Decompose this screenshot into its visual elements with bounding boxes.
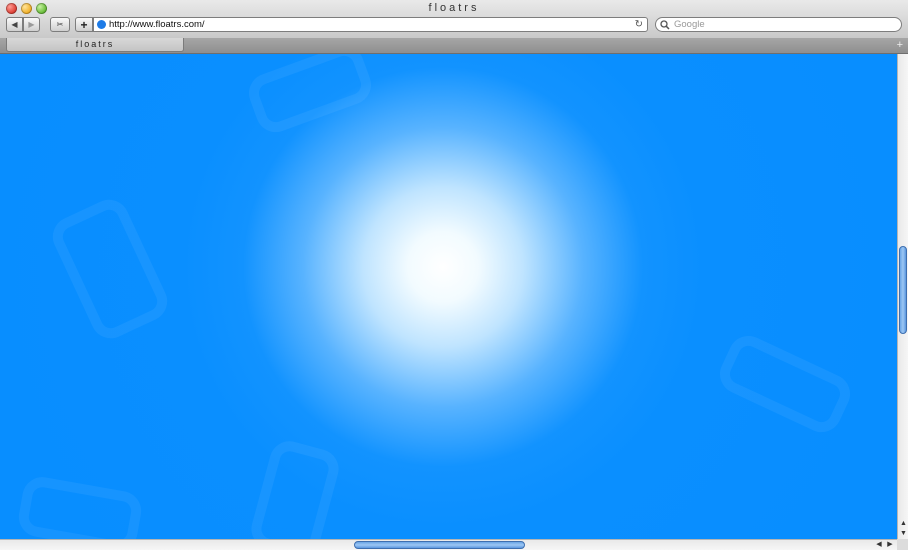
- horizontal-scrollbar[interactable]: ◀ ▶: [0, 539, 897, 550]
- add-bookmark-button[interactable]: +: [75, 17, 93, 32]
- search-field[interactable]: Google: [655, 17, 902, 32]
- webclip-button[interactable]: ✂: [50, 17, 70, 32]
- scroll-down-arrow-icon[interactable]: ▼: [899, 529, 908, 539]
- url-text[interactable]: http://www.floatrs.com/: [109, 18, 205, 31]
- title-toolbar: floatrs ◀ ▶ ✂ + http://www.floatrs.com/ …: [0, 0, 908, 39]
- reload-icon[interactable]: ↻: [635, 18, 643, 31]
- back-arrow-icon: ◀: [11, 20, 18, 29]
- site-favicon-icon: [97, 20, 106, 29]
- forward-arrow-icon: ▶: [28, 20, 35, 29]
- tab-label: floatrs: [75, 39, 115, 49]
- decorative-floater: [713, 329, 857, 439]
- tab-floatrs[interactable]: floatrs: [6, 38, 184, 52]
- back-button[interactable]: ◀: [6, 17, 23, 32]
- scroll-up-arrow-icon[interactable]: ▲: [899, 519, 908, 529]
- horizontal-scroll-thumb[interactable]: [354, 541, 525, 549]
- scroll-left-arrow-icon[interactable]: ◀: [874, 540, 884, 550]
- forward-button[interactable]: ▶: [23, 17, 40, 32]
- window-title: floatrs: [428, 2, 480, 14]
- decorative-floater: [15, 474, 145, 539]
- search-icon[interactable]: [660, 18, 670, 34]
- scroll-right-arrow-icon[interactable]: ▶: [885, 540, 895, 550]
- vertical-scroll-thumb[interactable]: [899, 246, 907, 334]
- tab-bar: floatrs +: [0, 38, 908, 54]
- address-bar[interactable]: http://www.floatrs.com/ ↻: [93, 17, 648, 32]
- search-placeholder: Google: [674, 19, 705, 30]
- browser-window: floatrs ◀ ▶ ✂ + http://www.floatrs.com/ …: [0, 0, 908, 550]
- plus-icon: +: [80, 17, 88, 32]
- decorative-floater: [243, 54, 377, 138]
- new-tab-icon[interactable]: +: [897, 38, 903, 52]
- decorative-floater: [246, 436, 344, 539]
- web-page-content[interactable]: [0, 54, 897, 539]
- scissors-icon: ✂: [56, 20, 64, 29]
- decorative-floater: [46, 193, 174, 345]
- resize-corner[interactable]: [897, 539, 908, 550]
- vertical-scrollbar[interactable]: ▲ ▼: [897, 54, 908, 539]
